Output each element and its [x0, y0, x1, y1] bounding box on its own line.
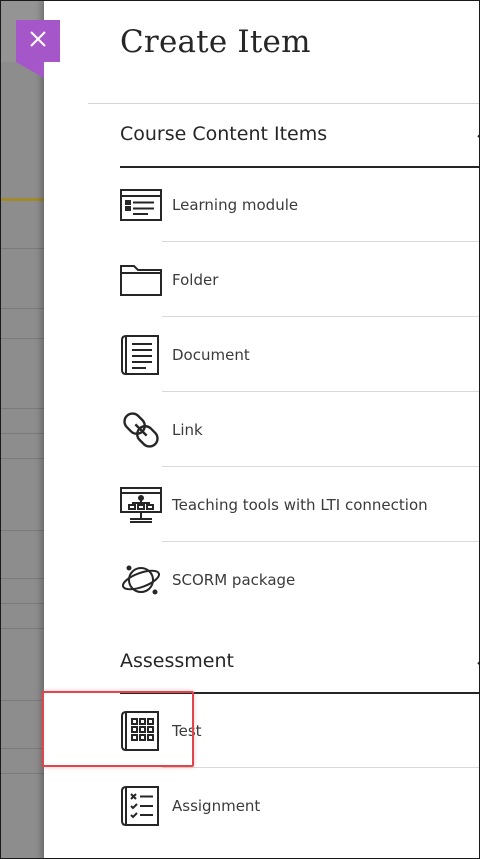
- item-label: Test: [172, 721, 202, 740]
- list-item-document[interactable]: Document: [120, 317, 480, 392]
- list-item-lti-tool[interactable]: Teaching tools with LTI connection: [120, 467, 480, 542]
- create-item-panel: Create Item Course Content Items Learnin…: [44, 0, 480, 859]
- panel-title: Create Item: [120, 24, 311, 60]
- list-item-link[interactable]: Link: [120, 392, 480, 467]
- learning-module-icon: [120, 184, 162, 226]
- chevron-up-icon[interactable]: [476, 652, 480, 671]
- lti-tool-icon: [120, 484, 162, 526]
- header-divider: [88, 103, 480, 104]
- scorm-package-icon: [120, 559, 162, 601]
- background-page: [0, 0, 44, 859]
- item-label: Teaching tools with LTI connection: [172, 495, 428, 514]
- link-icon: [120, 409, 162, 451]
- section-header-assessment[interactable]: Assessment: [120, 646, 480, 676]
- background-accent-bar: [0, 198, 44, 201]
- folder-icon: [120, 259, 162, 301]
- chevron-up-icon[interactable]: [476, 125, 480, 144]
- section-title: Course Content Items: [120, 123, 328, 145]
- item-label: Link: [172, 420, 203, 439]
- list-item-learning-module[interactable]: Learning module: [120, 167, 480, 242]
- close-button[interactable]: [16, 20, 60, 62]
- section-header-course-content[interactable]: Course Content Items: [120, 119, 480, 149]
- item-label: Learning module: [172, 195, 299, 214]
- assignment-icon: [120, 785, 162, 827]
- list-item-assignment[interactable]: Assignment: [120, 768, 480, 843]
- test-icon: [120, 710, 162, 752]
- item-label: SCORM package: [172, 570, 296, 589]
- list-item-scorm[interactable]: SCORM package: [120, 542, 480, 617]
- document-icon: [120, 334, 162, 376]
- close-icon[interactable]: [29, 30, 47, 53]
- item-label: Folder: [172, 270, 219, 289]
- section-title: Assessment: [120, 650, 234, 672]
- item-label: Assignment: [172, 796, 261, 815]
- item-label: Document: [172, 345, 250, 364]
- list-item-test[interactable]: Test: [120, 693, 480, 768]
- list-item-folder[interactable]: Folder: [120, 242, 480, 317]
